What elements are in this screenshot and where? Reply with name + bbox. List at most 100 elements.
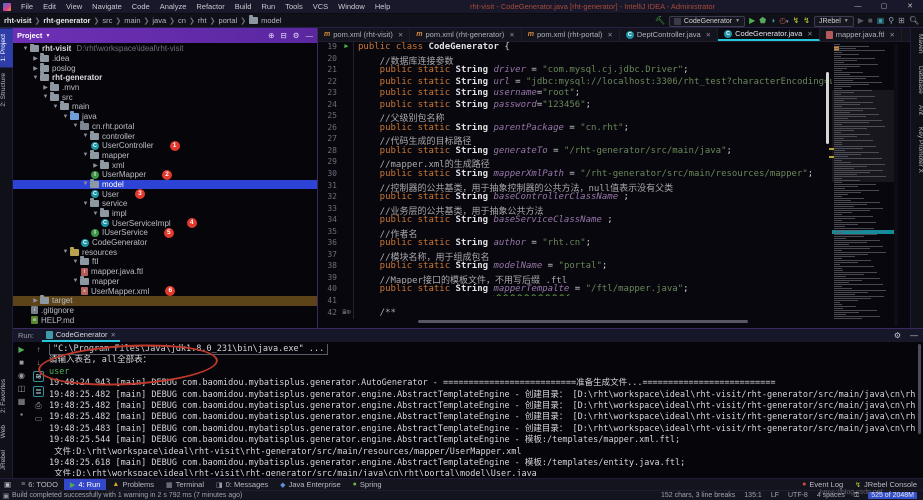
code-editor[interactable]: 19▶public class CodeGenerator {20 //数据库连…	[318, 42, 832, 328]
gear-icon[interactable]: ⚙︎	[293, 31, 300, 40]
editor-tab-mapper.java.ftl[interactable]: mapper.java.ftl✕	[820, 28, 902, 41]
status-stat[interactable]: 4 spaces	[817, 492, 845, 499]
toolwindow-button-4-run[interactable]: ▶4: Run	[64, 479, 107, 491]
tree-item-controller[interactable]: ▼controller	[13, 131, 317, 141]
tree-item-model[interactable]: ▼model	[13, 180, 317, 190]
tree-open-arrow-icon[interactable]: ▼	[81, 201, 90, 207]
locate-file-icon[interactable]: ⊕	[268, 31, 274, 40]
rerun-icon[interactable]: ▶	[18, 345, 24, 354]
tree-item-impl[interactable]: ▼impl	[13, 209, 317, 219]
lock-icon[interactable]: ⚿︎	[854, 492, 859, 500]
tree-open-arrow-icon[interactable]: ▼	[51, 104, 60, 110]
maximize-button[interactable]: ▢	[871, 0, 897, 14]
console-scrollbar[interactable]	[918, 344, 921, 434]
tree-item-HELP.md[interactable]: mHELP.md	[13, 315, 317, 325]
fold-gutter-icon[interactable]: ≣⊙	[340, 308, 353, 320]
jrebel-selector[interactable]: JRebel▼	[814, 16, 854, 27]
tool-strip-web[interactable]: Web	[0, 419, 13, 444]
menu-code[interactable]: Code	[127, 2, 155, 11]
tree-open-arrow-icon[interactable]: ▼	[71, 278, 80, 284]
menu-run[interactable]: Run	[256, 2, 280, 11]
tree-open-arrow-icon[interactable]: ▼	[61, 249, 70, 255]
tree-item-.gitignore[interactable]: i.gitignore	[13, 306, 317, 316]
tree-item-mapper[interactable]: ▼mapper	[13, 277, 317, 287]
close-icon[interactable]: ✕	[607, 31, 612, 39]
breadcrumb-item-rht-generator[interactable]: rht-generator	[43, 16, 90, 25]
project-panel-title[interactable]: Project	[17, 31, 42, 40]
code-minimap[interactable]	[834, 44, 892, 324]
breadcrumb-item-cn[interactable]: cn	[178, 16, 186, 25]
tree-item-ftl[interactable]: ▼ftl	[13, 257, 317, 267]
tree-item-xml[interactable]: ▶xml	[13, 160, 317, 170]
close-icon[interactable]: ✕	[706, 31, 711, 39]
breadcrumb-item-rht[interactable]: rht	[198, 16, 207, 25]
tool-strip-key-promoter-x[interactable]: Key Promoter X	[911, 121, 923, 179]
close-button[interactable]: ✕	[897, 0, 923, 14]
breadcrumb-item-main[interactable]: main	[124, 16, 140, 25]
tool-strip-2-favorites[interactable]: 2: Favorites	[0, 373, 13, 419]
soft-wrap-icon[interactable]: ≋	[33, 371, 44, 382]
pin-icon[interactable]: ▪	[20, 410, 23, 419]
tree-open-arrow-icon[interactable]: ▼	[81, 133, 90, 139]
toolwindow-button-event-log[interactable]: ●Event Log	[796, 479, 849, 491]
tree-item-.mvn[interactable]: ▶.mvn	[13, 83, 317, 93]
tree-open-arrow-icon[interactable]: ▼	[81, 181, 90, 187]
menu-navigate[interactable]: Navigate	[87, 2, 127, 11]
search-everywhere-icon[interactable]: 🔍︎	[909, 14, 919, 28]
tree-open-arrow-icon[interactable]: ▼	[71, 259, 80, 265]
dump-icon[interactable]: ◫	[18, 384, 26, 393]
tree-open-arrow-icon[interactable]: ▼	[61, 114, 70, 120]
status-stat[interactable]: LF	[771, 492, 779, 499]
tree-item-UserMapper.xml[interactable]: xUserMapper.xml6	[13, 286, 317, 296]
tool-strip-ant[interactable]: Ant	[911, 99, 923, 121]
toolwindow-button-jrebel-console[interactable]: ↯JRebel Console	[849, 479, 923, 491]
menu-view[interactable]: View	[61, 2, 87, 11]
tree-item-rht-visit[interactable]: ▼rht-visitD:\rht\workspace\ideal\rht-vis…	[13, 44, 317, 54]
tree-item-UserMapper[interactable]: IUserMapper2	[13, 170, 317, 180]
toolwindow-toggle-icon[interactable]: ▣	[0, 479, 15, 491]
tree-item-.idea[interactable]: ▶.idea	[13, 54, 317, 64]
layout-icon[interactable]: ▦	[18, 397, 26, 406]
collapse-all-icon[interactable]: ⊟	[280, 31, 286, 40]
find-usages-icon[interactable]: ⚲	[888, 14, 894, 28]
tree-item-service[interactable]: ▼service	[13, 199, 317, 209]
tool-strip-maven[interactable]: Maven	[911, 28, 923, 60]
layout-icon[interactable]: ⊞	[898, 14, 905, 28]
status-stat[interactable]: UTF-8	[788, 492, 808, 499]
editor-tab-DeptController.java[interactable]: CDeptController.java✕	[620, 28, 718, 41]
toolwindow-button-6-todo[interactable]: ≡6: TODO	[15, 479, 64, 491]
profiler-icon[interactable]: ◴▾	[779, 14, 789, 29]
menu-edit[interactable]: Edit	[38, 2, 61, 11]
close-icon[interactable]: ✕	[111, 331, 116, 339]
close-icon[interactable]: ✕	[890, 31, 895, 39]
gear-icon[interactable]: ⚙︎	[894, 331, 901, 340]
breadcrumb-item-portal[interactable]: portal	[218, 16, 237, 25]
tree-closed-arrow-icon[interactable]: ▶	[31, 297, 40, 304]
memory-indicator[interactable]: 525 of 2048M	[868, 492, 917, 499]
coverage-icon[interactable]: ◑	[770, 14, 775, 28]
status-stat[interactable]: 152 chars, 3 line breaks	[661, 492, 735, 499]
menu-tools[interactable]: Tools	[280, 2, 308, 11]
tree-item-UserController[interactable]: CUserController1	[13, 141, 317, 151]
up-stack-icon[interactable]: ↑	[37, 345, 41, 354]
tree-open-arrow-icon[interactable]: ▼	[31, 75, 40, 81]
minimize-button[interactable]: —	[845, 0, 871, 14]
tree-item-User[interactable]: CUser3	[13, 189, 317, 199]
menu-analyze[interactable]: Analyze	[155, 2, 192, 11]
tree-item-resources[interactable]: ▼resources	[13, 247, 317, 257]
editor-tab-pom.xml-rht-portal-[interactable]: mpom.xml (rht-portal)✕	[522, 28, 620, 41]
tree-closed-arrow-icon[interactable]: ▶	[31, 65, 40, 72]
tree-item-CodeGenerator[interactable]: CCodeGenerator	[13, 238, 317, 248]
toolwindow-button-spring[interactable]: ●Spring	[347, 479, 388, 491]
status-stat[interactable]: 135:1	[744, 492, 762, 499]
breadcrumb-item-model[interactable]: model	[261, 16, 281, 25]
tree-item-mapper.java.ftl[interactable]: fmapper.java.ftl	[13, 267, 317, 277]
run-gutter-icon[interactable]: ▶	[340, 42, 353, 54]
tree-item-target[interactable]: ▶target	[13, 296, 317, 306]
tool-strip-jrebel[interactable]: JRebel	[0, 444, 13, 476]
hide-panel-icon[interactable]: —	[306, 31, 314, 40]
tree-open-arrow-icon[interactable]: ▼	[71, 123, 80, 129]
tree-open-arrow-icon[interactable]: ▼	[41, 94, 50, 100]
stop-icon[interactable]: ■	[19, 358, 24, 367]
tree-item-poslog[interactable]: ▶poslog	[13, 63, 317, 73]
